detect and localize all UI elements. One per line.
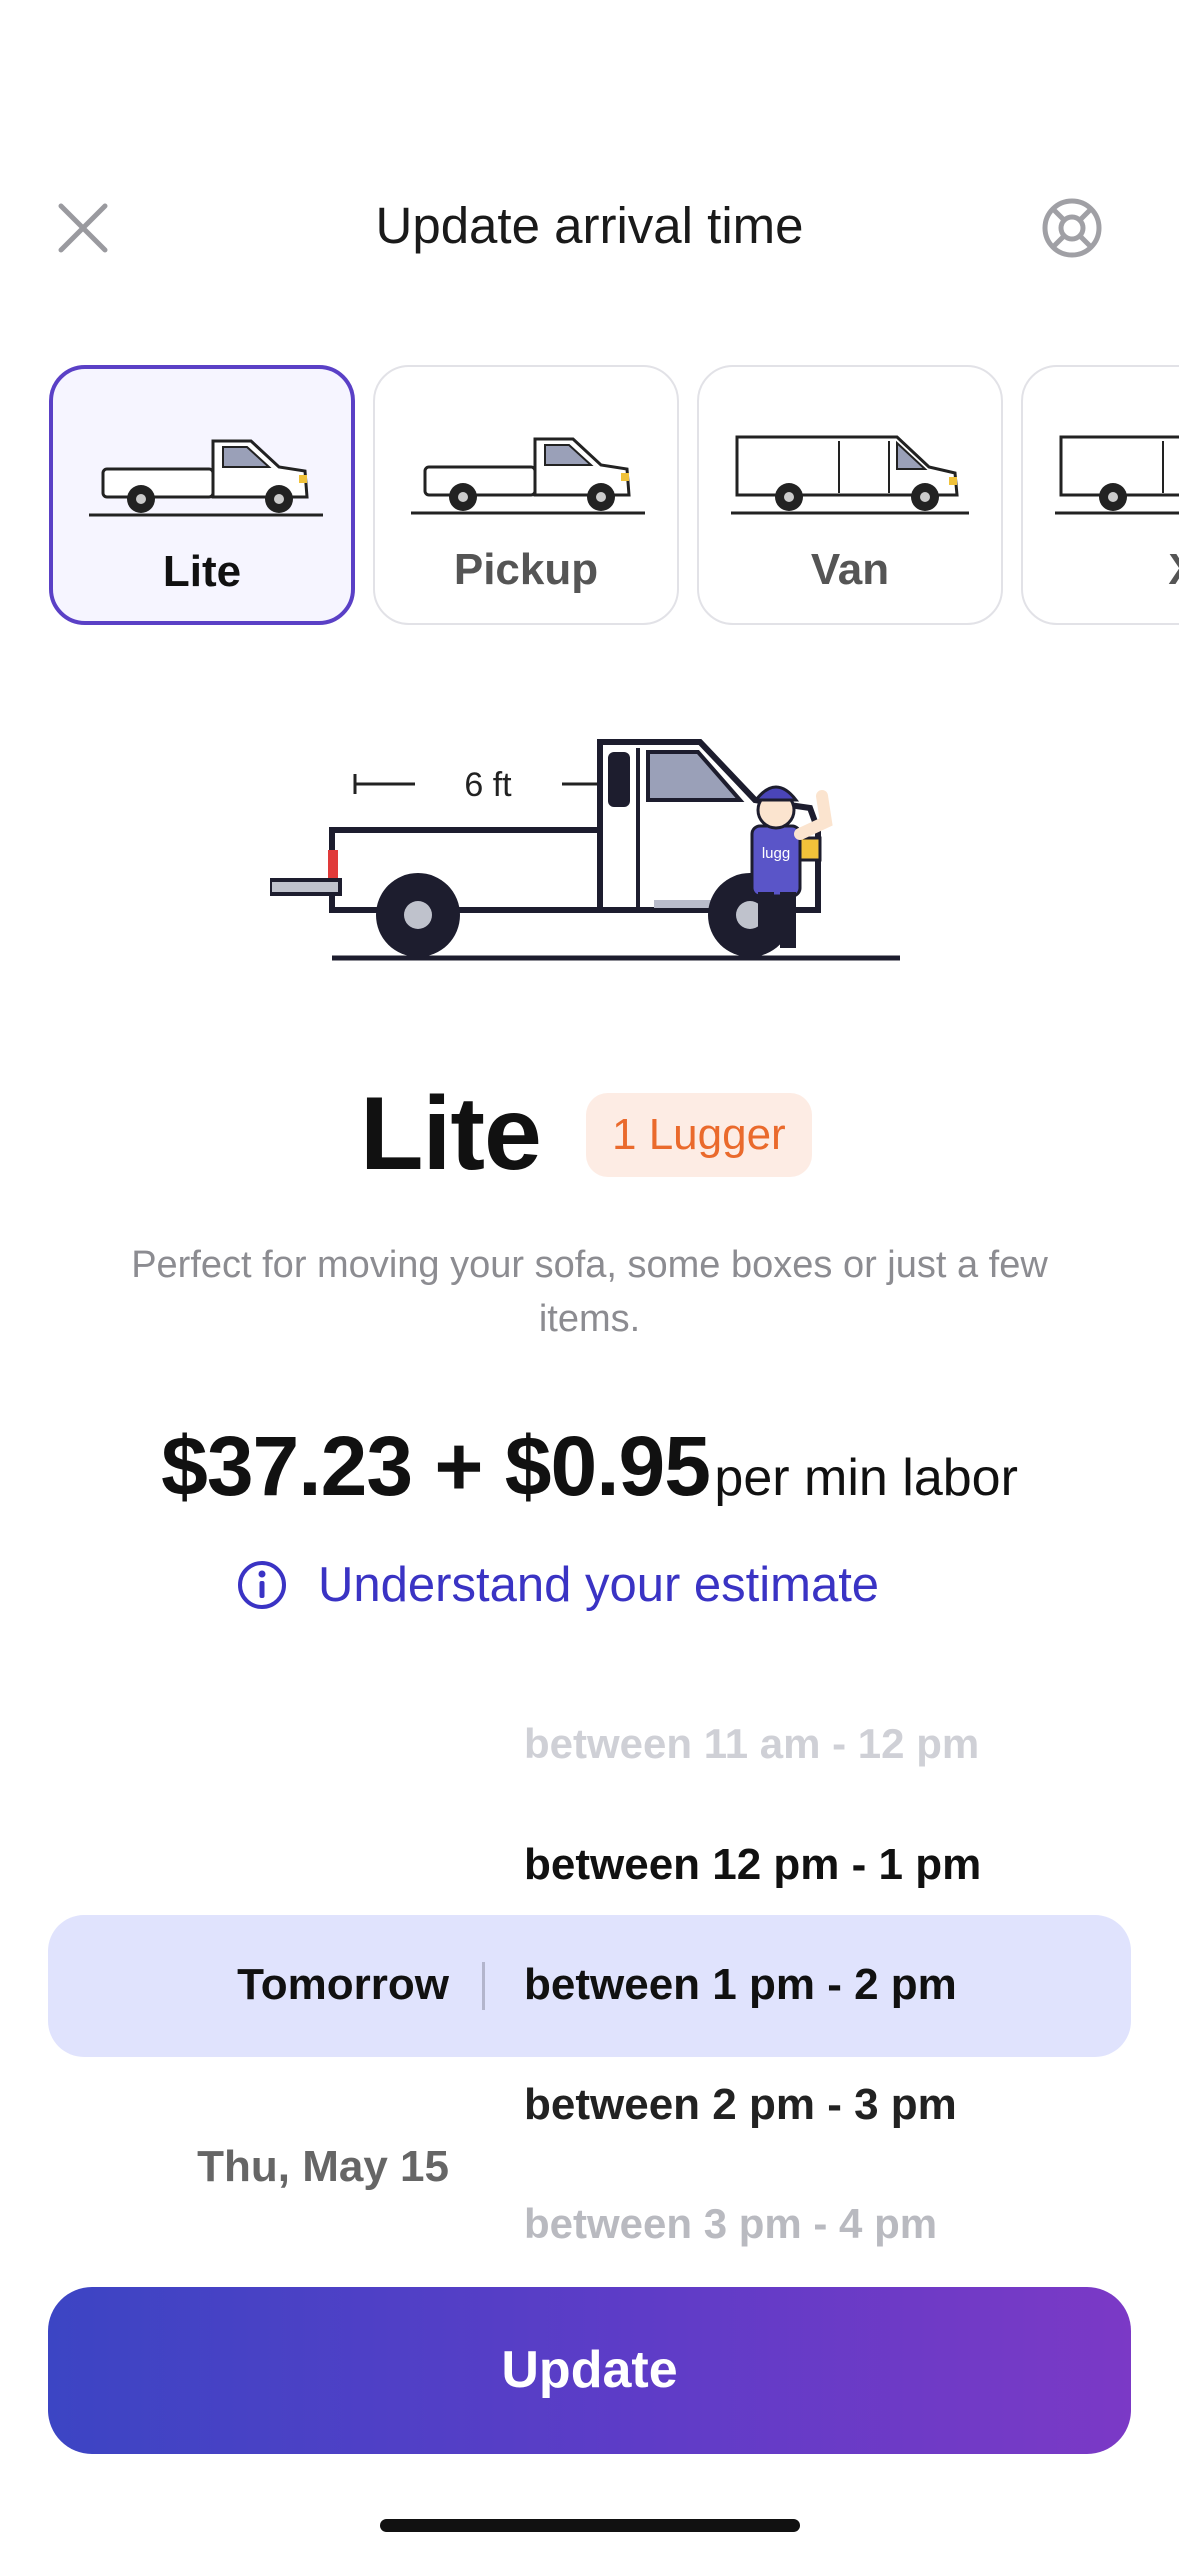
pickup-truck-icon: [411, 437, 645, 515]
picker-time-option[interactable]: between 12 pm - 1 pm: [524, 1840, 981, 1890]
picker-time-selected[interactable]: between 1 pm - 2 pm: [524, 1960, 957, 2010]
price-amount: $37.23 + $0.95: [161, 1419, 711, 1513]
vehicle-tab-label: Van: [810, 545, 890, 594]
home-indicator[interactable]: [380, 2519, 800, 2532]
info-icon: [238, 1561, 286, 1609]
vehicle-tab-pickup[interactable]: Pickup: [373, 365, 679, 625]
understand-estimate-link[interactable]: Understand your estimate: [236, 1555, 879, 1615]
vehicle-tab-label: Pickup: [453, 545, 599, 594]
price-row: $37.23 + $0.95 per min labor: [0, 1418, 1179, 1515]
picker-time-option[interactable]: between 2 pm - 3 pm: [524, 2080, 957, 2130]
vehicle-tab-label: X: [1143, 545, 1179, 595]
picker-divider: [482, 1962, 485, 2010]
lifebuoy-icon[interactable]: [1040, 196, 1104, 260]
lugger-count-badge: 1 Lugger: [586, 1093, 812, 1177]
vehicle-tab-lite[interactable]: Lite: [49, 365, 355, 625]
update-button[interactable]: Update: [48, 2287, 1131, 2454]
service-name: Lite: [360, 1076, 542, 1192]
vehicle-tab-van[interactable]: Van: [697, 365, 1003, 625]
van-icon: [1055, 435, 1179, 515]
vehicle-tab-x[interactable]: X: [1021, 365, 1179, 625]
pickup-truck-icon: [89, 439, 323, 517]
picker-time-option[interactable]: between 3 pm - 4 pm: [524, 2200, 937, 2248]
picker-day-selected[interactable]: Tomorrow: [237, 1960, 449, 2010]
picker-day-option[interactable]: Thu, May 15: [197, 2142, 449, 2192]
shirt-logo: lugg: [762, 845, 790, 862]
understand-estimate-label: Understand your estimate: [318, 1558, 880, 1612]
van-icon: [731, 435, 969, 515]
bed-length-label: 6 ft: [464, 766, 512, 804]
page-title: Update arrival time: [375, 197, 804, 254]
vehicle-tab-label: Lite: [162, 547, 242, 596]
picker-time-option[interactable]: between 11 am - 12 pm: [524, 1720, 979, 1768]
truck-illustration: 6 ft lugg: [270, 739, 900, 961]
service-description: Perfect for moving your sofa, some boxes…: [131, 1244, 1048, 1340]
price-unit: per min labor: [714, 1449, 1018, 1507]
